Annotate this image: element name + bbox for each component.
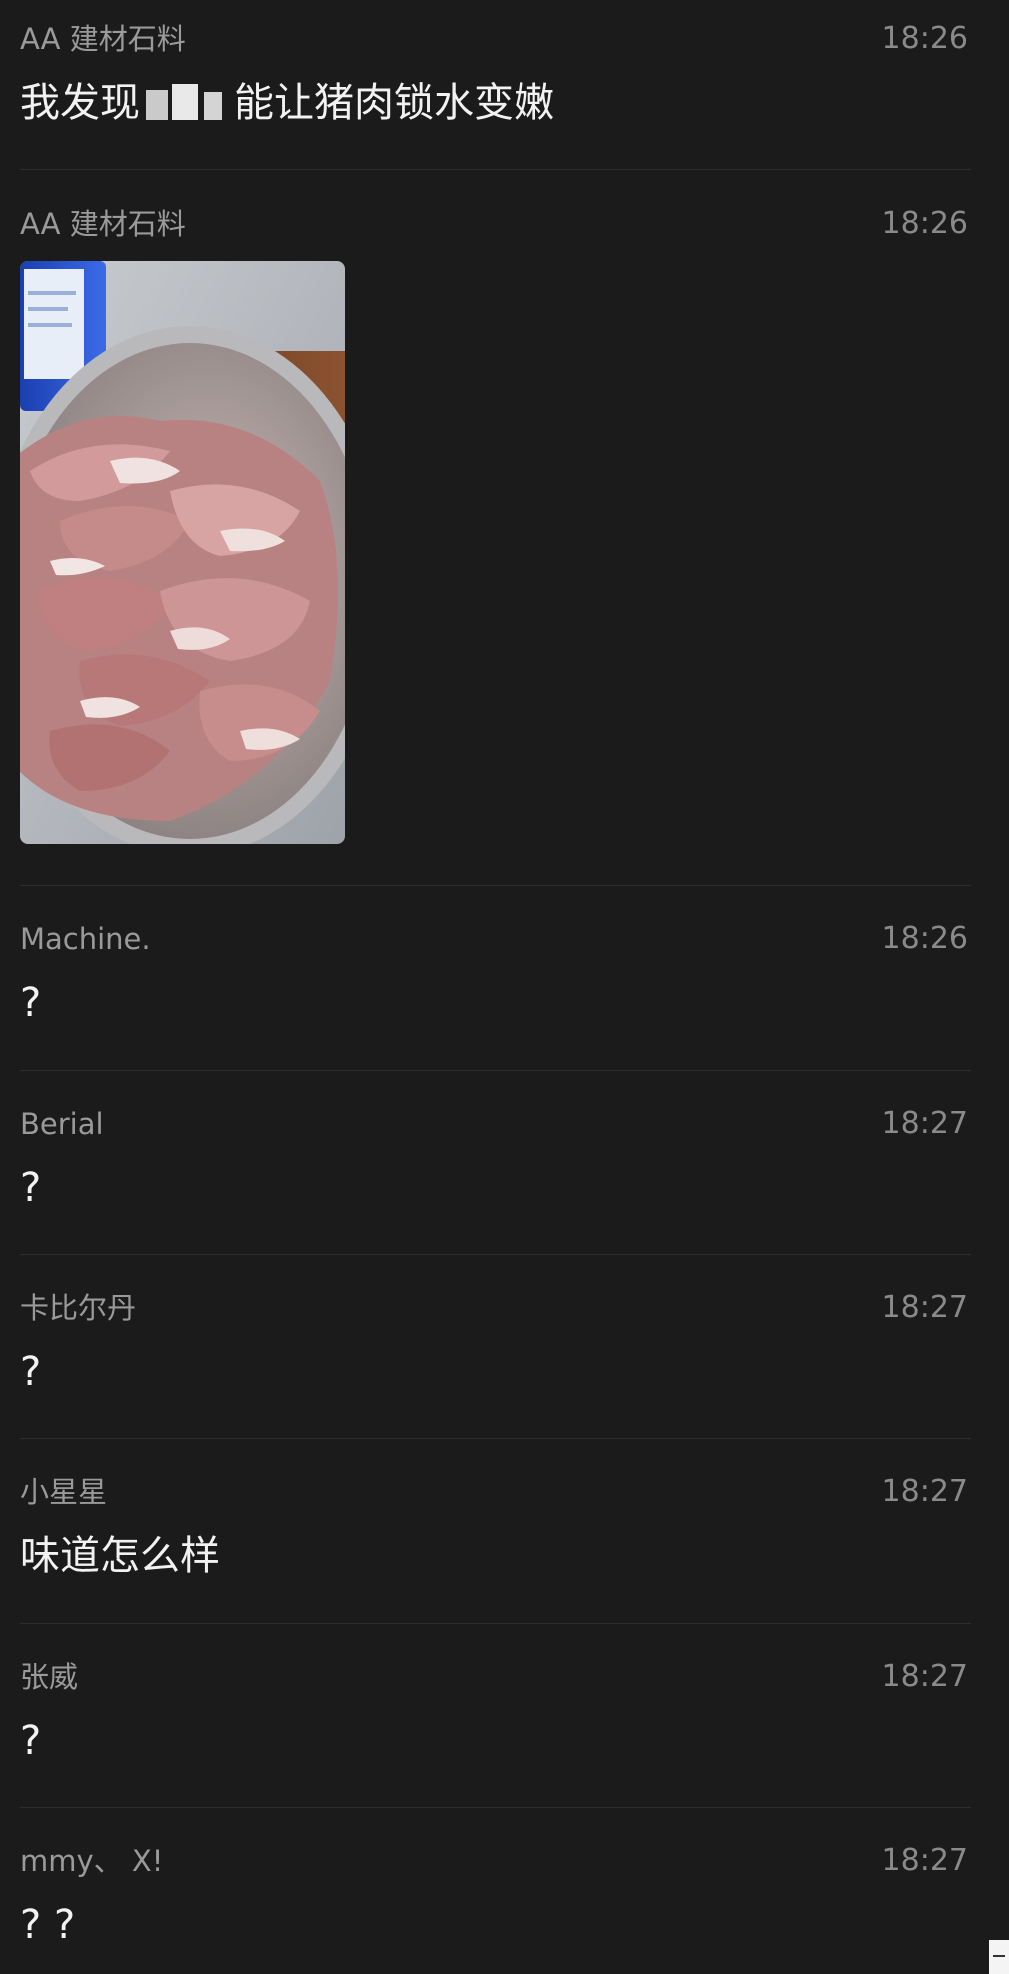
- divider: [20, 169, 971, 170]
- sender-name[interactable]: 小星星: [20, 1473, 107, 1511]
- message-time: 18:27: [881, 1290, 968, 1325]
- sender-name[interactable]: mmy、 X!: [20, 1842, 163, 1880]
- message-text: 味道怎么样: [20, 1533, 220, 1579]
- message-text: ?: [20, 1349, 42, 1395]
- divider: [20, 1807, 971, 1808]
- message-text: ? ?: [20, 1902, 76, 1948]
- sender-name[interactable]: Machine.: [20, 920, 151, 958]
- divider: [20, 1254, 971, 1255]
- message-time: 18:27: [881, 1106, 968, 1141]
- divider: [20, 1623, 971, 1624]
- sender-name[interactable]: 张威: [20, 1658, 78, 1696]
- message-item[interactable]: Machine. 18:26 ?: [0, 900, 1009, 1068]
- chat-list: AA 建材石料 18:26 我发现能让猪肉锁水变嫩 AA 建材石料 18:26: [0, 0, 1009, 1974]
- message-time: 18:26: [881, 921, 968, 956]
- message-item[interactable]: AA 建材石料 18:26: [0, 185, 1009, 885]
- message-text: ?: [20, 1165, 42, 1211]
- pork-in-bowl-photo[interactable]: [20, 261, 345, 844]
- message-item[interactable]: 卡比尔丹 18:27 ?: [0, 1269, 1009, 1437]
- censor-mosaic: [142, 78, 232, 122]
- message-item[interactable]: 小星星 18:27 味道怎么样: [0, 1453, 1009, 1621]
- sender-name[interactable]: Berial: [20, 1105, 104, 1143]
- message-time: 18:26: [881, 206, 968, 241]
- message-time: 18:27: [881, 1843, 968, 1878]
- message-item[interactable]: mmy、 X! 18:27 ? ?: [0, 1822, 1009, 1974]
- message-text: 我发现 能让猪肉锁水变嫩: [20, 78, 554, 126]
- message-text: ?: [20, 1718, 42, 1764]
- message-time: 18:27: [881, 1474, 968, 1509]
- sender-name[interactable]: AA 建材石料: [20, 205, 186, 243]
- message-item[interactable]: Berial 18:27 ?: [0, 1085, 1009, 1253]
- divider: [20, 1070, 971, 1071]
- sender-name[interactable]: AA 建材石料: [20, 20, 186, 58]
- divider: [20, 885, 971, 886]
- message-item[interactable]: 张威 18:27 ?: [0, 1638, 1009, 1806]
- message-time: 18:27: [881, 1659, 968, 1694]
- sender-name[interactable]: 卡比尔丹: [20, 1289, 136, 1327]
- corner-handle: [989, 1940, 1009, 1974]
- divider: [20, 1438, 971, 1439]
- message-time: 18:26: [881, 21, 968, 56]
- message-text: ?: [20, 980, 42, 1026]
- message-item[interactable]: AA 建材石料 18:26 我发现 能让猪肉锁水变嫩: [0, 0, 1009, 170]
